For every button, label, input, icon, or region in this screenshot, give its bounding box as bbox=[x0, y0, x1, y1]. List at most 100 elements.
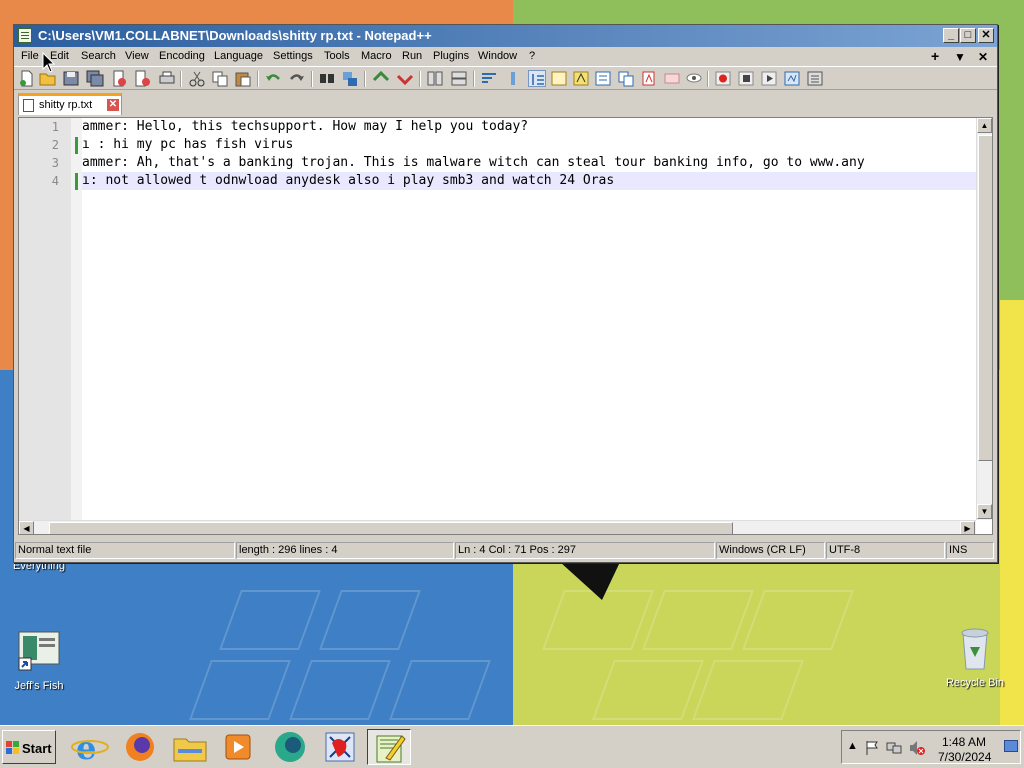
volume-muted-icon[interactable] bbox=[908, 740, 926, 756]
scroll-down-arrow-icon[interactable]: ▼ bbox=[977, 504, 992, 519]
text-line[interactable]: ammer: Hello, this techsupport. How may … bbox=[82, 118, 976, 136]
file-explorer-icon[interactable] bbox=[168, 729, 212, 765]
minimize-button[interactable]: _ bbox=[943, 28, 959, 43]
find-icon[interactable] bbox=[318, 70, 336, 87]
replace-icon[interactable] bbox=[341, 70, 359, 87]
vertical-scrollbar[interactable]: ▲ ▼ bbox=[976, 118, 992, 520]
udl-icon[interactable] bbox=[550, 70, 568, 87]
status-eol[interactable]: Windows (CR LF) bbox=[716, 542, 825, 559]
action-center-flag-icon[interactable] bbox=[864, 740, 880, 756]
notepadpp-icon[interactable] bbox=[367, 729, 411, 765]
folder-workspace-icon[interactable] bbox=[617, 70, 635, 87]
mail-icon[interactable] bbox=[663, 70, 681, 87]
notepadpp-window: C:\Users\VM1.COLLABNET\Downloads\shitty … bbox=[13, 24, 998, 563]
status-encoding[interactable]: UTF-8 bbox=[826, 542, 945, 559]
status-length: length : 296 lines : 4 bbox=[236, 542, 454, 559]
print-icon[interactable] bbox=[158, 70, 176, 87]
editor-pane[interactable]: 1 2 3 4 ammer: Hello, this techsupport. … bbox=[18, 117, 993, 535]
shortcut-icon bbox=[4, 630, 74, 677]
horizontal-scrollbar[interactable]: ◀ ▶ bbox=[19, 520, 976, 534]
save-macro-icon[interactable] bbox=[806, 70, 824, 87]
window-title: C:\Users\VM1.COLLABNET\Downloads\shitty … bbox=[38, 28, 432, 43]
status-bar: Normal text file length : 296 lines : 4 … bbox=[14, 540, 997, 560]
new-file-icon[interactable] bbox=[18, 70, 36, 87]
tab-shitty-rp[interactable]: shitty rp.txt ✕ bbox=[18, 93, 122, 115]
desktop-icon-jeffs-fish[interactable]: Jeff's Fish bbox=[4, 630, 74, 692]
toolbar-separator bbox=[257, 71, 259, 87]
show-hidden-icons-icon[interactable]: ▲ bbox=[847, 740, 858, 752]
close-all-icon[interactable] bbox=[134, 70, 152, 87]
doc-map-icon[interactable] bbox=[572, 70, 590, 87]
menu-macro[interactable]: Macro bbox=[361, 50, 392, 62]
play-macro-icon[interactable] bbox=[760, 70, 778, 87]
line-number: 2 bbox=[51, 138, 59, 152]
cut-icon[interactable] bbox=[188, 70, 206, 87]
record-macro-icon[interactable] bbox=[714, 70, 732, 87]
function-list-icon[interactable] bbox=[594, 70, 612, 87]
menu-window[interactable]: Window bbox=[478, 50, 517, 62]
close-doc-button[interactable]: ✕ bbox=[978, 50, 988, 64]
text-line[interactable]: ammer: Ah, that's a banking trojan. This… bbox=[82, 154, 976, 172]
menu-file[interactable]: File bbox=[21, 50, 39, 62]
menu-language[interactable]: Language bbox=[214, 50, 263, 62]
app-red-icon[interactable] bbox=[318, 729, 362, 765]
new-tab-plus-button[interactable]: + bbox=[931, 48, 939, 64]
show-all-chars-icon[interactable] bbox=[504, 70, 522, 87]
stop-macro-icon[interactable] bbox=[737, 70, 755, 87]
horizontal-scroll-thumb[interactable] bbox=[49, 522, 733, 534]
menu-run[interactable]: Run bbox=[402, 50, 422, 62]
menu-view[interactable]: View bbox=[125, 50, 149, 62]
text-area[interactable]: ammer: Hello, this techsupport. How may … bbox=[82, 118, 976, 520]
system-tray: ▲ 1:48 AM 7/30/2024 bbox=[841, 730, 1021, 764]
zoom-in-icon[interactable] bbox=[372, 70, 390, 87]
redo-icon[interactable] bbox=[288, 70, 306, 87]
tab-label: shitty rp.txt bbox=[39, 99, 93, 111]
clock-date[interactable]: 7/30/2024 bbox=[938, 750, 991, 764]
desktop-icon-label: Recycle Bin bbox=[945, 677, 1005, 689]
clock-time[interactable]: 1:48 AM bbox=[942, 735, 986, 749]
zoom-out-icon[interactable] bbox=[396, 70, 414, 87]
menu-help[interactable]: ? bbox=[529, 50, 535, 62]
maximize-button[interactable]: □ bbox=[960, 28, 976, 43]
network-icon[interactable] bbox=[886, 740, 902, 756]
tab-close-button[interactable]: ✕ bbox=[107, 99, 119, 111]
menu-plugins[interactable]: Plugins bbox=[433, 50, 469, 62]
scroll-right-arrow-icon[interactable]: ▶ bbox=[960, 521, 975, 534]
tab-list-dropdown-button[interactable]: ▼ bbox=[954, 50, 966, 64]
paste-icon[interactable] bbox=[234, 70, 252, 87]
media-player-icon[interactable] bbox=[216, 729, 260, 765]
status-insert-mode[interactable]: INS bbox=[946, 542, 994, 559]
scroll-left-arrow-icon[interactable]: ◀ bbox=[19, 521, 34, 534]
close-window-button[interactable]: ✕ bbox=[978, 28, 994, 43]
toolbar-separator bbox=[473, 71, 475, 87]
monitoring-icon[interactable] bbox=[640, 70, 658, 87]
text-line[interactable]: ı : hi my pc has fish virus bbox=[82, 136, 976, 154]
indent-guide-icon[interactable] bbox=[528, 70, 546, 87]
vertical-scroll-thumb[interactable] bbox=[978, 135, 992, 461]
run-macro-icon[interactable] bbox=[783, 70, 801, 87]
change-marker bbox=[75, 137, 78, 154]
show-desktop-icon[interactable] bbox=[1004, 740, 1018, 752]
eye-icon[interactable] bbox=[685, 70, 703, 87]
menu-tools[interactable]: Tools bbox=[324, 50, 350, 62]
save-all-icon[interactable] bbox=[86, 70, 104, 87]
internet-explorer-icon[interactable]: e bbox=[68, 729, 112, 767]
sync-h-icon[interactable] bbox=[450, 70, 468, 87]
save-icon[interactable] bbox=[62, 70, 80, 87]
undo-icon[interactable] bbox=[264, 70, 282, 87]
sync-v-icon[interactable] bbox=[426, 70, 444, 87]
start-button[interactable]: Start bbox=[2, 730, 56, 764]
scroll-up-arrow-icon[interactable]: ▲ bbox=[977, 118, 992, 133]
menu-search[interactable]: Search bbox=[81, 50, 116, 62]
app-globe-icon[interactable] bbox=[268, 729, 312, 765]
copy-icon[interactable] bbox=[211, 70, 229, 87]
close-icon[interactable] bbox=[110, 70, 128, 87]
word-wrap-icon[interactable] bbox=[480, 70, 498, 87]
text-line-current[interactable]: ı: not allowed t odnwload anydesk also i… bbox=[82, 172, 976, 190]
menu-encoding[interactable]: Encoding bbox=[159, 50, 205, 62]
firefox-icon[interactable] bbox=[118, 729, 162, 765]
desktop-icon-recycle-bin[interactable]: Recycle Bin bbox=[940, 625, 1010, 689]
title-bar[interactable]: C:\Users\VM1.COLLABNET\Downloads\shitty … bbox=[14, 25, 997, 47]
menu-settings[interactable]: Settings bbox=[273, 50, 313, 62]
toolbar-separator bbox=[707, 71, 709, 87]
